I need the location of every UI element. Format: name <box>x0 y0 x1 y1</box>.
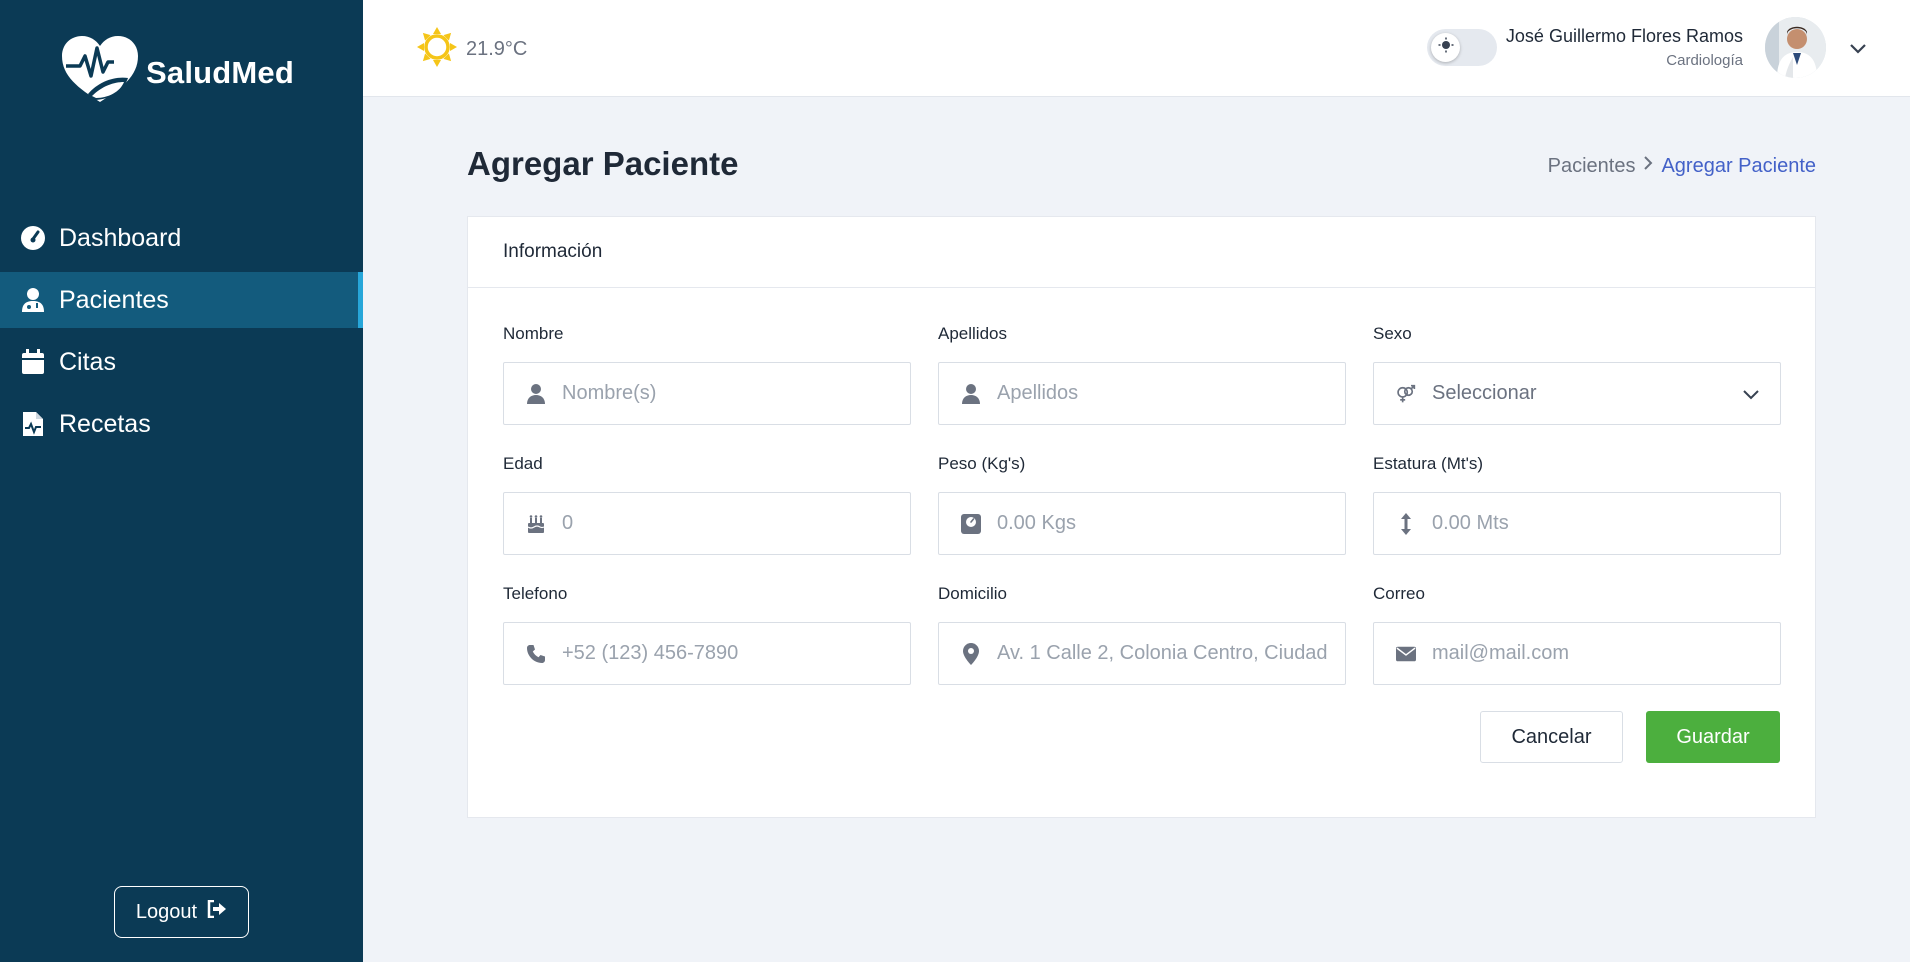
page-title: Agregar Paciente <box>467 145 739 182</box>
breadcrumb: Pacientes Agregar Paciente <box>1548 154 1816 178</box>
avatar[interactable] <box>1765 17 1826 78</box>
heart-hand-icon <box>58 32 142 113</box>
estatura-input[interactable] <box>1432 512 1780 535</box>
telefono-field-wrapper <box>503 622 911 685</box>
correo-label: Correo <box>1373 584 1425 603</box>
nombre-input[interactable] <box>562 382 910 405</box>
apellidos-field-wrapper <box>938 362 1346 425</box>
nombre-label: Nombre <box>503 324 564 343</box>
logout-label: Logout <box>135 900 198 923</box>
brand-name: SaludMed <box>146 54 295 90</box>
prescription-file-icon <box>19 411 46 438</box>
breadcrumb-parent-link[interactable]: Pacientes <box>1548 155 1636 178</box>
sign-out-icon <box>207 899 227 924</box>
sidebar-item-label: Dashboard <box>59 223 182 252</box>
save-button[interactable]: Guardar <box>1646 711 1780 763</box>
sidebar-item-citas[interactable]: Citas <box>0 334 363 390</box>
weather-widget: 21.9°C <box>416 26 527 73</box>
chevron-down-icon[interactable] <box>1846 36 1870 60</box>
chevron-right-icon <box>1641 154 1655 178</box>
sun-icon <box>416 26 458 73</box>
user-icon <box>526 383 546 404</box>
domicilio-input[interactable] <box>997 642 1345 665</box>
peso-field-wrapper <box>938 492 1346 555</box>
patient-form-card: Información Nombre Apellidos Sexo Selecc… <box>467 216 1816 818</box>
sidebar-item-pacientes[interactable]: Pacientes <box>0 272 363 328</box>
peso-label: Peso (Kg's) <box>938 454 1026 473</box>
edad-field-wrapper <box>503 492 911 555</box>
apellidos-label: Apellidos <box>938 324 1007 343</box>
phone-icon <box>526 644 546 664</box>
user-department: Cardiología <box>1666 52 1743 69</box>
cancel-button[interactable]: Cancelar <box>1480 711 1623 763</box>
peso-input[interactable] <box>997 512 1345 535</box>
user-doctor-icon <box>19 287 46 314</box>
theme-toggle[interactable] <box>1427 29 1497 66</box>
sidebar-item-label: Pacientes <box>59 285 169 314</box>
user-icon <box>961 383 981 404</box>
section-title: Información <box>503 241 603 262</box>
edad-label: Edad <box>503 454 543 473</box>
map-marker-icon <box>961 642 981 665</box>
sidebar-item-label: Recetas <box>59 409 151 438</box>
sidebar-item-label: Citas <box>59 347 116 376</box>
birthday-cake-icon <box>526 514 546 534</box>
breadcrumb-current: Agregar Paciente <box>1661 154 1816 177</box>
correo-field-wrapper <box>1373 622 1781 685</box>
correo-input[interactable] <box>1432 642 1780 665</box>
top-header: 21.9°C José Guillermo Flores Ramos Cardi… <box>363 0 1910 97</box>
weight-scale-icon <box>961 513 981 534</box>
sun-small-icon <box>1438 37 1454 58</box>
temperature-text: 21.9°C <box>466 38 528 60</box>
card-header: Información <box>468 217 1815 288</box>
estatura-label: Estatura (Mt's) <box>1373 454 1483 473</box>
nombre-field-wrapper <box>503 362 911 425</box>
envelope-icon <box>1396 644 1416 664</box>
brand-logo[interactable]: SaludMed <box>58 32 294 113</box>
telefono-label: Telefono <box>503 584 568 603</box>
calendar-icon <box>19 349 46 376</box>
sidebar: SaludMed Dashboard Pacientes Citas Recet… <box>0 0 363 962</box>
chevron-down-icon <box>1740 383 1762 405</box>
sidebar-nav: Dashboard Pacientes Citas Recetas <box>0 210 363 458</box>
gender-icon <box>1396 384 1416 404</box>
edad-input[interactable] <box>562 512 910 535</box>
estatura-field-wrapper <box>1373 492 1781 555</box>
telefono-input[interactable] <box>562 642 910 665</box>
apellidos-input[interactable] <box>997 382 1345 405</box>
user-info: José Guillermo Flores Ramos Cardiología <box>1506 26 1743 69</box>
domicilio-field-wrapper <box>938 622 1346 685</box>
logout-button[interactable]: Logout <box>114 886 249 938</box>
user-name: José Guillermo Flores Ramos <box>1505 26 1743 46</box>
sexo-label: Sexo <box>1373 324 1412 343</box>
gauge-icon <box>19 225 46 252</box>
sexo-selected-value: Seleccionar <box>1432 382 1537 404</box>
arrows-vertical-icon <box>1396 512 1416 535</box>
sidebar-item-dashboard[interactable]: Dashboard <box>0 210 363 266</box>
domicilio-label: Domicilio <box>938 584 1007 603</box>
sidebar-item-recetas[interactable]: Recetas <box>0 396 363 452</box>
sexo-select[interactable]: Seleccionar <box>1373 362 1781 425</box>
theme-toggle-knob <box>1431 33 1460 62</box>
